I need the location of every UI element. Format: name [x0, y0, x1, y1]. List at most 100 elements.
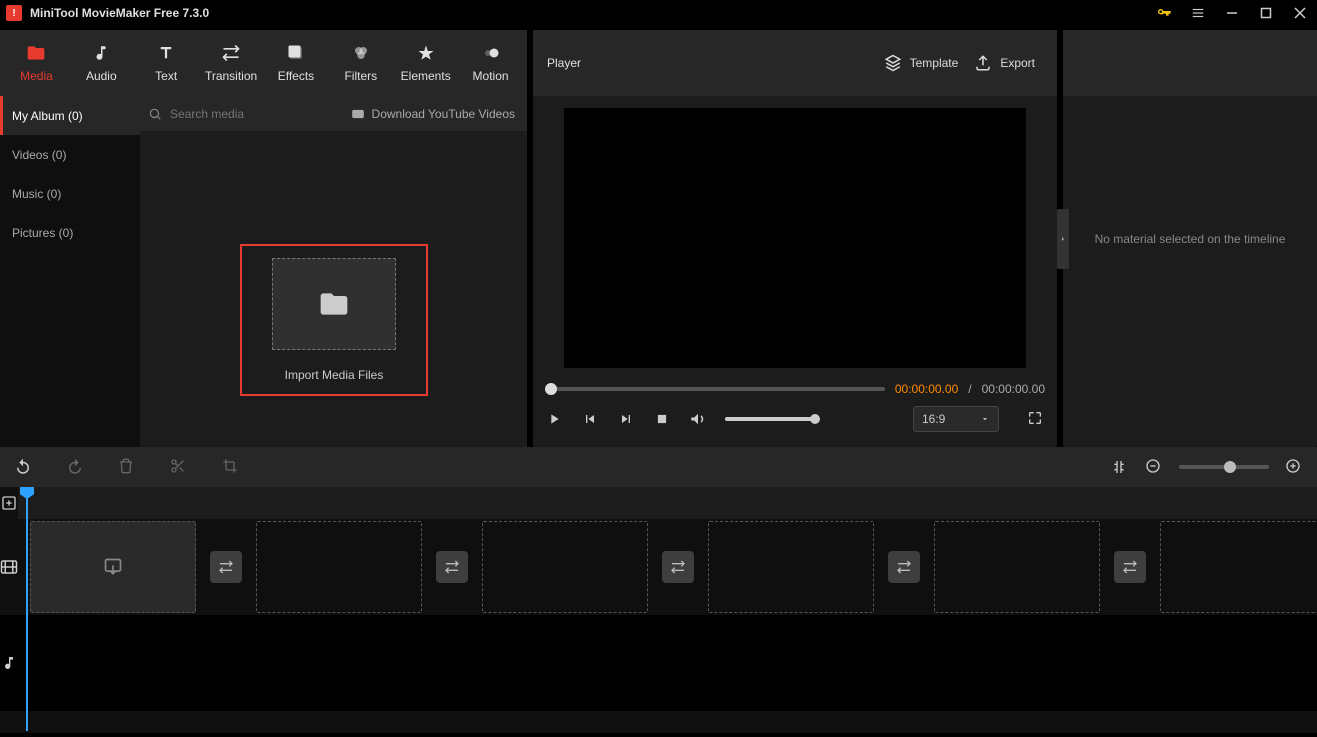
- media-sidebar: My Album (0) Videos (0) Music (0) Pictur…: [0, 96, 140, 447]
- collapse-inspector-button[interactable]: [1057, 209, 1069, 269]
- download-youtube-label: Download YouTube Videos: [372, 107, 515, 121]
- import-dropzone[interactable]: [272, 258, 396, 350]
- timeline: [0, 447, 1317, 733]
- sidebar-item-videos[interactable]: Videos (0): [0, 135, 140, 174]
- player-title: Player: [547, 56, 581, 70]
- transition-slot[interactable]: [662, 551, 694, 583]
- clip-slot[interactable]: [256, 521, 422, 613]
- audio-track[interactable]: [18, 615, 1317, 711]
- media-subbar: Download YouTube Videos: [140, 96, 527, 131]
- delete-button[interactable]: [118, 458, 136, 476]
- tab-filters[interactable]: Filters: [328, 30, 393, 96]
- tab-label: Elements: [401, 69, 451, 83]
- sidebar-item-label: My Album (0): [12, 109, 83, 123]
- preview-canvas[interactable]: [564, 108, 1026, 368]
- transition-slot[interactable]: [888, 551, 920, 583]
- tab-label: Audio: [86, 69, 117, 83]
- chevron-down-icon: [980, 414, 990, 424]
- maximize-button[interactable]: [1249, 0, 1283, 26]
- total-time: 00:00:00.00: [982, 382, 1045, 396]
- export-button[interactable]: Export: [966, 47, 1043, 79]
- volume-icon[interactable]: [689, 410, 707, 428]
- tab-label: Effects: [278, 69, 314, 83]
- media-content: Import Media Files: [140, 131, 527, 447]
- sidebar-item-label: Music (0): [12, 187, 61, 201]
- track-header-gutter: [0, 487, 18, 733]
- tab-text[interactable]: Text: [134, 30, 199, 96]
- volume-slider[interactable]: [725, 417, 815, 421]
- sidebar-item-pictures[interactable]: Pictures (0): [0, 213, 140, 252]
- video-track-header[interactable]: [0, 519, 18, 615]
- sidebar-item-label: Videos (0): [12, 148, 66, 162]
- video-track[interactable]: [18, 519, 1317, 615]
- timeline-ruler[interactable]: [18, 487, 1317, 519]
- clip-slot[interactable]: [934, 521, 1100, 613]
- undo-button[interactable]: [14, 458, 32, 476]
- player-panel: Player Template Export: [533, 30, 1057, 447]
- clip-slot[interactable]: [1160, 521, 1317, 613]
- inspector-panel: No material selected on the timeline: [1063, 30, 1317, 447]
- timeline-fit-button[interactable]: [1111, 458, 1129, 476]
- prev-frame-button[interactable]: [581, 410, 599, 428]
- sidebar-item-music[interactable]: Music (0): [0, 174, 140, 213]
- zoom-out-button[interactable]: [1145, 458, 1163, 476]
- transition-slot[interactable]: [210, 551, 242, 583]
- next-frame-button[interactable]: [617, 410, 635, 428]
- time-separator: /: [968, 382, 971, 396]
- transition-slot[interactable]: [436, 551, 468, 583]
- redo-button[interactable]: [66, 458, 84, 476]
- activate-key-icon[interactable]: [1147, 0, 1181, 26]
- export-label: Export: [1000, 56, 1035, 70]
- play-button[interactable]: [545, 410, 563, 428]
- template-button[interactable]: Template: [876, 47, 967, 79]
- tab-effects[interactable]: Effects: [264, 30, 329, 96]
- music-note-icon: [1, 655, 17, 671]
- aspect-value: 16:9: [922, 412, 945, 426]
- aspect-ratio-select[interactable]: 16:9: [913, 406, 999, 432]
- text-icon: [156, 43, 176, 63]
- export-icon: [974, 54, 992, 72]
- clip-slot[interactable]: [708, 521, 874, 613]
- tab-label: Media: [20, 69, 53, 83]
- add-track-button[interactable]: [0, 487, 18, 519]
- tab-audio[interactable]: Audio: [69, 30, 134, 96]
- playhead[interactable]: [26, 487, 28, 731]
- search-field[interactable]: [140, 106, 350, 122]
- zoom-slider[interactable]: [1179, 465, 1269, 469]
- clip-slot[interactable]: [30, 521, 196, 613]
- transition-icon: [221, 43, 241, 63]
- seek-slider[interactable]: [545, 387, 885, 391]
- import-media-label: Import Media Files: [285, 368, 384, 382]
- menu-icon[interactable]: [1181, 0, 1215, 26]
- split-button[interactable]: [170, 458, 188, 476]
- template-icon: [884, 54, 902, 72]
- tab-label: Text: [155, 69, 177, 83]
- fullscreen-button[interactable]: [1027, 410, 1045, 428]
- sidebar-item-label: Pictures (0): [12, 226, 73, 240]
- folder-icon: [26, 43, 46, 63]
- tab-motion[interactable]: Motion: [458, 30, 523, 96]
- import-media-button[interactable]: Import Media Files: [240, 244, 428, 396]
- video-track-icon: [0, 558, 18, 576]
- tab-elements[interactable]: Elements: [393, 30, 458, 96]
- minimize-button[interactable]: [1215, 0, 1249, 26]
- search-input[interactable]: [168, 106, 278, 122]
- clip-slot[interactable]: [482, 521, 648, 613]
- download-icon: [350, 107, 366, 121]
- filters-icon: [351, 43, 371, 63]
- close-button[interactable]: [1283, 0, 1317, 26]
- stop-button[interactable]: [653, 410, 671, 428]
- timeline-tracks[interactable]: [18, 487, 1317, 733]
- tab-media[interactable]: Media: [4, 30, 69, 96]
- tab-transition[interactable]: Transition: [199, 30, 264, 96]
- motion-icon: [481, 43, 501, 63]
- sidebar-item-my-album[interactable]: My Album (0): [0, 96, 140, 135]
- crop-button[interactable]: [222, 458, 240, 476]
- timeline-toolbar: [0, 447, 1317, 487]
- transition-slot[interactable]: [1114, 551, 1146, 583]
- audio-track-header[interactable]: [0, 615, 18, 711]
- folder-icon: [318, 288, 350, 320]
- download-youtube-button[interactable]: Download YouTube Videos: [350, 107, 527, 121]
- inspector-empty-message: No material selected on the timeline: [1095, 232, 1286, 246]
- zoom-in-button[interactable]: [1285, 458, 1303, 476]
